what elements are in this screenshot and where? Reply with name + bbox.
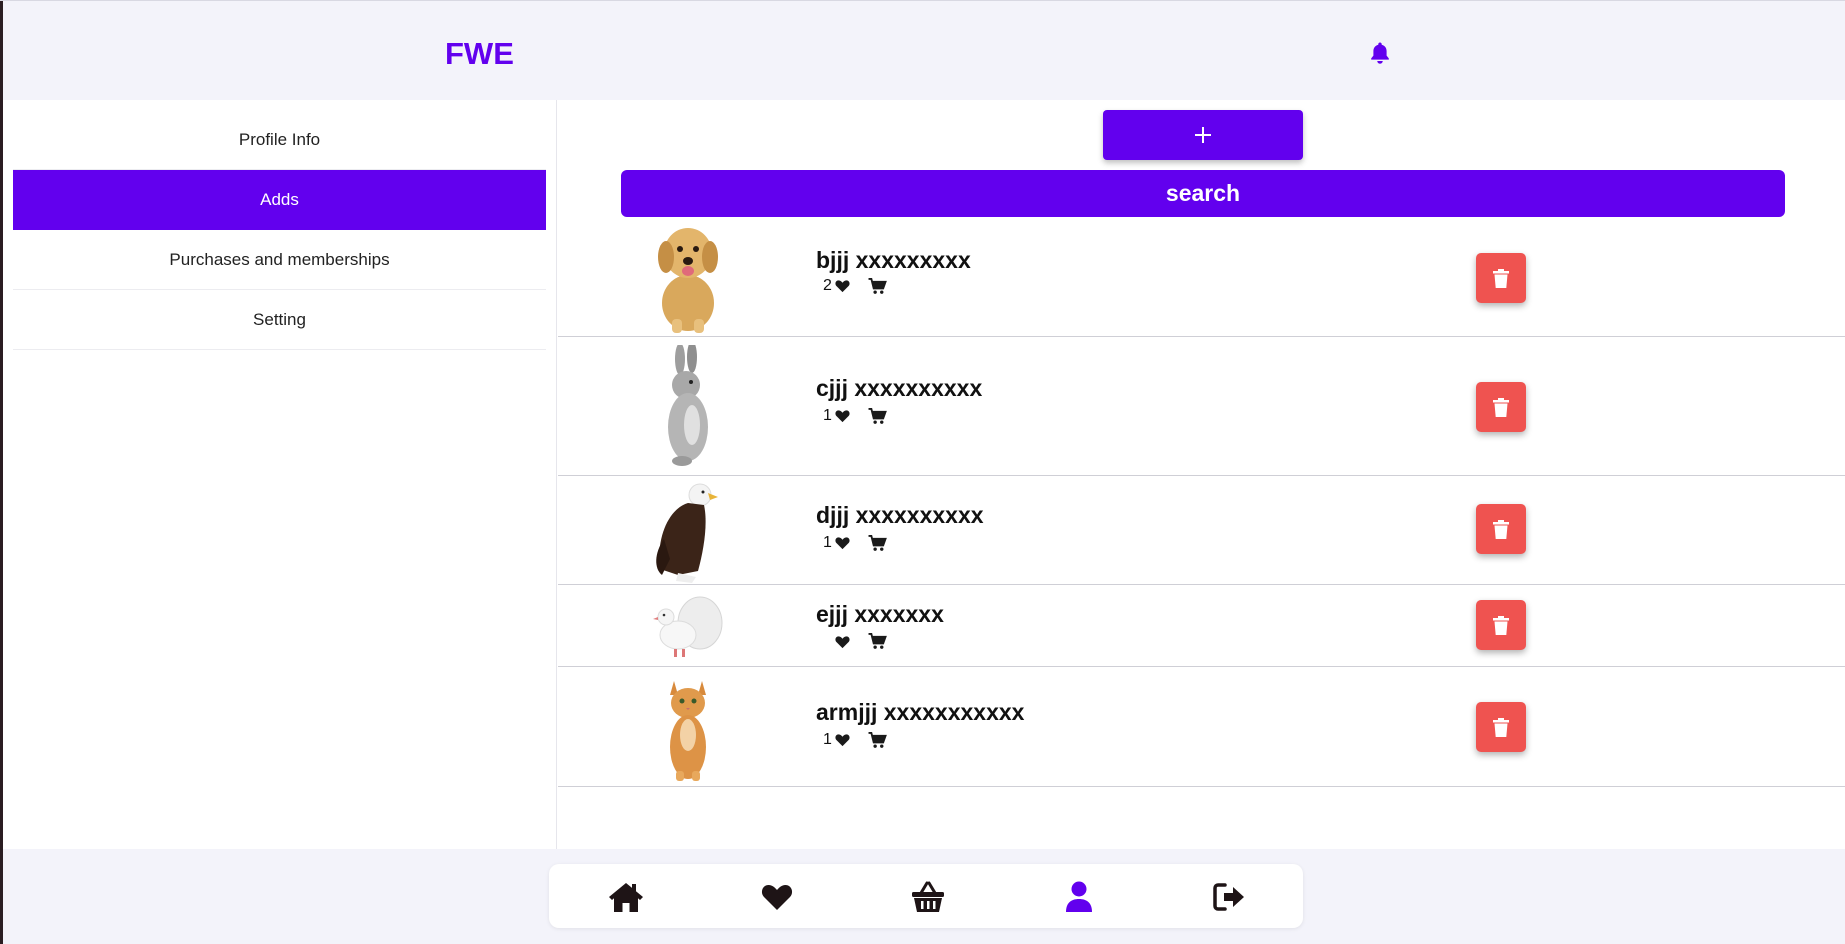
trash-icon	[1493, 397, 1509, 417]
sidebar-item-profile-info[interactable]: Profile Info	[13, 110, 546, 170]
basket-icon	[912, 881, 944, 912]
cart-icon[interactable]	[868, 731, 887, 749]
ad-title[interactable]: armjjj xxxxxxxxxxx	[816, 699, 1024, 726]
ad-row: bjjj xxxxxxxxx 2	[558, 217, 1845, 337]
puppy-image	[658, 228, 718, 333]
delete-ad-button[interactable]	[1476, 702, 1526, 752]
cart-icon[interactable]	[868, 277, 887, 295]
heart-icon[interactable]	[835, 733, 850, 747]
ad-row: cjjj xxxxxxxxxx 1	[558, 337, 1845, 476]
nav-favorites[interactable]	[757, 880, 797, 914]
ad-row: djjj xxxxxxxxxx 1	[558, 476, 1845, 585]
ad-stats: 2	[823, 277, 887, 295]
home-icon	[609, 883, 643, 912]
ad-stats	[823, 633, 887, 650]
sidebar-item-adds[interactable]: Adds	[13, 170, 546, 230]
nav-profile[interactable]	[1059, 880, 1099, 914]
ads-content: search bjjj xxxxxxxxx 2 cjjj xxxxxxxxxx …	[558, 100, 1845, 849]
sidebar: Profile Info Adds Purchases and membersh…	[3, 100, 557, 849]
user-icon	[1066, 881, 1092, 912]
heart-icon	[761, 885, 793, 910]
search-button[interactable]: search	[621, 170, 1785, 217]
add-ad-button[interactable]	[1103, 110, 1303, 160]
brand-logo[interactable]: FWE	[445, 36, 514, 72]
dove-image	[653, 596, 723, 657]
ad-title[interactable]: ejjj xxxxxxx	[816, 601, 944, 628]
cart-icon[interactable]	[868, 534, 887, 552]
plus-icon	[1195, 127, 1211, 143]
likes-count: 1	[823, 731, 832, 748]
heart-icon[interactable]	[835, 409, 850, 423]
heart-icon[interactable]	[835, 536, 850, 550]
sidebar-item-purchases[interactable]: Purchases and memberships	[13, 230, 546, 290]
trash-icon	[1493, 268, 1509, 288]
trash-icon	[1493, 519, 1509, 539]
ad-stats: 1	[823, 731, 887, 749]
ad-title[interactable]: djjj xxxxxxxxxx	[816, 502, 984, 529]
nav-logout[interactable]	[1210, 880, 1250, 914]
delete-ad-button[interactable]	[1476, 253, 1526, 303]
ad-row: ejjj xxxxxxx	[558, 585, 1845, 667]
ad-title[interactable]: bjjj xxxxxxxxx	[816, 247, 971, 274]
trash-icon	[1493, 615, 1509, 635]
nav-basket[interactable]	[908, 880, 948, 914]
delete-ad-button[interactable]	[1476, 600, 1526, 650]
ad-stats: 1	[823, 407, 887, 425]
cart-icon[interactable]	[868, 407, 887, 425]
likes-count: 1	[823, 534, 832, 551]
rabbit-image	[668, 345, 708, 466]
likes-count: 1	[823, 407, 832, 424]
heart-icon[interactable]	[835, 635, 850, 649]
cat-image	[670, 681, 706, 781]
bottom-nav	[549, 864, 1303, 928]
heart-icon[interactable]	[835, 279, 850, 293]
trash-icon	[1493, 717, 1509, 737]
delete-ad-button[interactable]	[1476, 504, 1526, 554]
ad-title[interactable]: cjjj xxxxxxxxxx	[816, 375, 982, 402]
ad-stats: 1	[823, 534, 887, 552]
eagle-image	[656, 483, 718, 583]
sidebar-item-setting[interactable]: Setting	[13, 290, 546, 350]
main-panel: Profile Info Adds Purchases and membersh…	[3, 100, 1845, 849]
bell-icon[interactable]	[1369, 41, 1391, 65]
likes-count: 2	[823, 277, 832, 294]
nav-home[interactable]	[606, 880, 646, 914]
app-header: FWE	[3, 1, 1845, 100]
delete-ad-button[interactable]	[1476, 382, 1526, 432]
ad-row: armjjj xxxxxxxxxxx 1	[558, 667, 1845, 787]
cart-icon[interactable]	[868, 633, 887, 650]
logout-icon	[1213, 883, 1244, 911]
